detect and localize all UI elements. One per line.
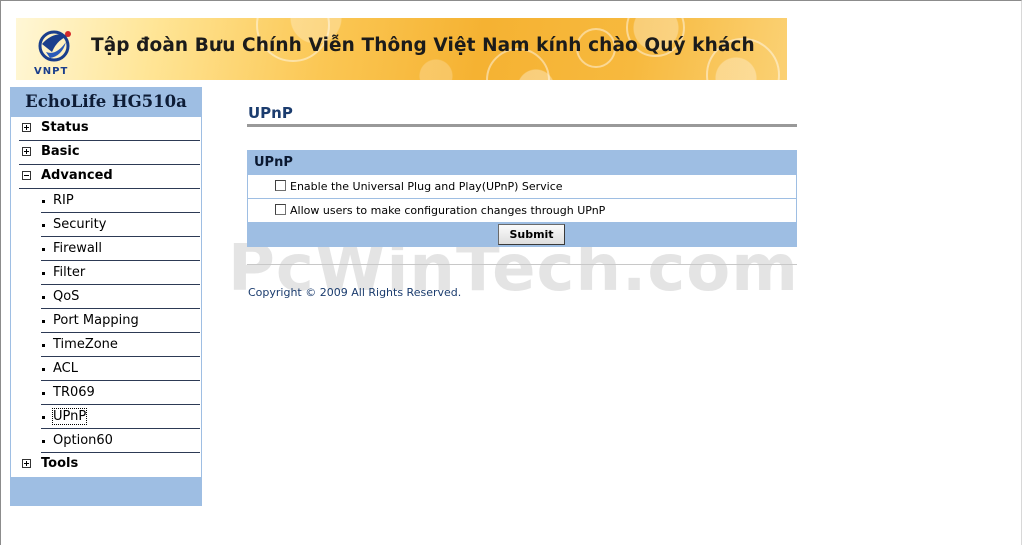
sidebar-item-label: ACL (53, 361, 78, 376)
page-title: UPnP (248, 104, 293, 122)
sidebar-item-label: Advanced (41, 168, 113, 183)
sidebar-item-port-mapping[interactable]: Port Mapping (41, 309, 200, 333)
sidebar-item-label: TR069 (53, 385, 95, 400)
copyright-text: Copyright © 2009 All Rights Reserved. (248, 286, 462, 299)
panel-header: UPnP (254, 155, 293, 170)
sidebar-item-label: Port Mapping (53, 313, 139, 328)
sidebar-item-label: RIP (53, 193, 74, 208)
bullet-icon (42, 296, 45, 299)
plus-expand-icon[interactable] (22, 459, 31, 468)
bullet-icon (42, 344, 45, 347)
title-divider (247, 124, 797, 127)
option-row-enable-upnp: Enable the Universal Plug and Play(UPnP)… (248, 175, 796, 198)
footer-divider (247, 264, 797, 265)
sidebar-item-advanced[interactable]: Advanced (19, 165, 200, 189)
sidebar-item-label: Status (41, 120, 89, 135)
bullet-icon (42, 440, 45, 443)
bullet-icon (42, 200, 45, 203)
device-model-title: EchoLife HG510a (25, 92, 187, 111)
bullet-icon (42, 224, 45, 227)
plus-expand-icon[interactable] (22, 147, 31, 156)
sidebar-item-label: Filter (53, 265, 86, 280)
bullet-icon (42, 392, 45, 395)
banner-greeting: Tập đoàn Bưu Chính Viễn Thông Việt Nam k… (91, 35, 755, 56)
sidebar-item-qos[interactable]: QoS (41, 285, 200, 309)
sidebar-item-label: QoS (53, 289, 80, 304)
submit-button[interactable]: Submit (498, 224, 565, 245)
bullet-icon (42, 272, 45, 275)
sidebar-item-label: Tools (41, 456, 79, 471)
sidebar-item-basic[interactable]: Basic (19, 141, 200, 165)
sidebar-menu: Status Basic Advanced RIP Security Firew… (11, 117, 201, 477)
bullet-icon (42, 320, 45, 323)
vnpt-logo: VNPT (22, 22, 94, 78)
plus-expand-icon[interactable] (22, 123, 31, 132)
allow-config-checkbox[interactable] (275, 204, 286, 215)
sidebar-item-label: TimeZone (53, 337, 118, 352)
vnpt-banner: VNPT Tập đoàn Bưu Chính Viễn Thông Việt … (16, 18, 787, 80)
enable-upnp-label: Enable the Universal Plug and Play(UPnP)… (290, 180, 563, 193)
sidebar-item-acl[interactable]: ACL (41, 357, 200, 381)
sidebar-item-rip[interactable]: RIP (41, 189, 200, 213)
option-row-allow-config: Allow users to make configuration change… (248, 199, 796, 222)
sidebar-item-label: Security (53, 217, 107, 232)
sidebar-item-firewall[interactable]: Firewall (41, 237, 200, 261)
allow-config-label: Allow users to make configuration change… (290, 204, 606, 217)
sidebar-item-label: Firewall (53, 241, 103, 256)
sidebar-item-upnp[interactable]: UPnP (41, 405, 200, 429)
sidebar: EchoLife HG510a Status Basic Advanced RI… (10, 87, 202, 506)
sidebar-item-security[interactable]: Security (41, 213, 200, 237)
enable-upnp-checkbox[interactable] (275, 180, 286, 191)
sidebar-item-timezone[interactable]: TimeZone (41, 333, 200, 357)
bullet-icon (42, 368, 45, 371)
sidebar-item-status[interactable]: Status (19, 117, 200, 141)
sidebar-item-tr069[interactable]: TR069 (41, 381, 200, 405)
sidebar-item-option60[interactable]: Option60 (41, 429, 200, 453)
bullet-icon (42, 416, 45, 419)
sidebar-item-tools[interactable]: Tools (19, 453, 200, 477)
bullet-icon (42, 248, 45, 251)
sidebar-item-label: Option60 (53, 433, 113, 448)
logo-text: VNPT (34, 66, 69, 77)
minus-collapse-icon[interactable] (22, 171, 31, 180)
sidebar-item-label: Basic (41, 144, 80, 159)
sidebar-item-label: UPnP (51, 408, 88, 425)
sidebar-item-filter[interactable]: Filter (41, 261, 200, 285)
